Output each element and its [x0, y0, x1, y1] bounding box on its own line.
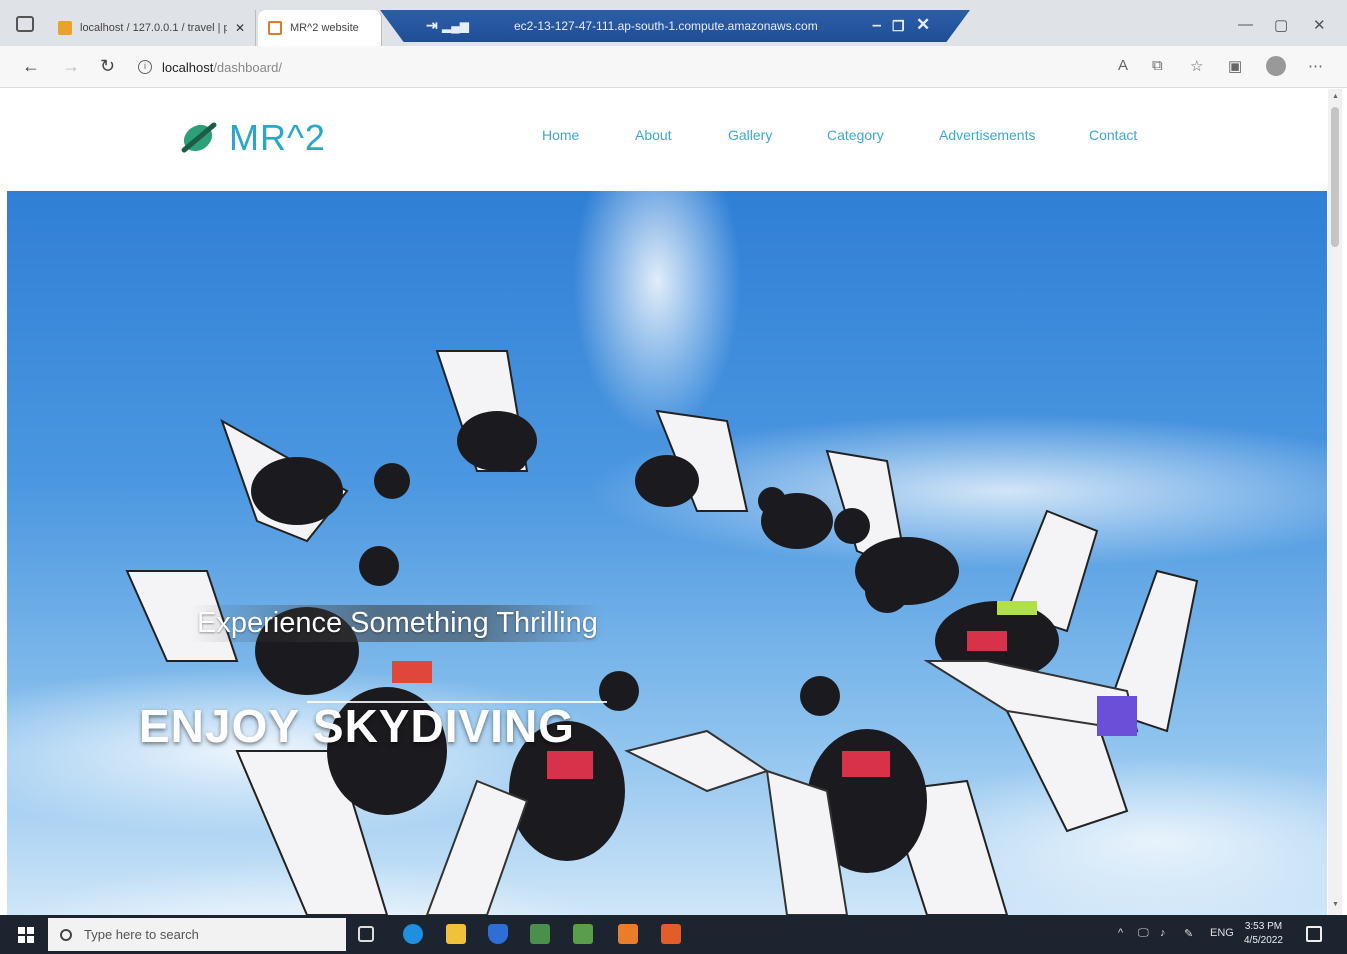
- url-field[interactable]: i localhost/dashboard/: [138, 54, 1098, 80]
- tab-title: localhost / 127.0.0.1 / travel | ph: [80, 22, 227, 34]
- task-view-icon[interactable]: [358, 926, 374, 942]
- signal-icon: ▂▄▆: [442, 19, 469, 33]
- hero-subtitle: Experience Something Thrilling: [191, 605, 604, 642]
- windows-taskbar: Type here to search ^ 🖵 ♪ ✎ ENG 3:53 PM …: [0, 915, 1347, 954]
- browser-tab-strip: localhost / 127.0.0.1 / travel | ph ✕ MR…: [0, 0, 1347, 46]
- close-icon[interactable]: ✕: [235, 21, 245, 35]
- xampp-icon[interactable]: [618, 924, 638, 944]
- phpmyadmin-icon: [58, 21, 72, 35]
- minimize-icon[interactable]: –: [872, 15, 881, 35]
- nav-gallery[interactable]: Gallery: [728, 127, 772, 143]
- website-viewport: MR^2 Home About Gallery Category Adverti…: [7, 89, 1327, 915]
- windows-start-icon[interactable]: [18, 927, 34, 943]
- url-host: localhost: [162, 59, 214, 75]
- pin-icon[interactable]: ⇥: [426, 17, 438, 34]
- address-bar: ← → ↻ i localhost/dashboard/ A ⧉ ☆ ▣ ⋯: [0, 46, 1347, 88]
- skydivers-illustration: [125, 350, 1199, 915]
- close-icon[interactable]: ✕: [1313, 16, 1326, 34]
- volume-icon[interactable]: ♪: [1160, 927, 1166, 939]
- remote-desktop-bar: ⇥ ▂▄▆ ec2-13-127-47-111.ap-south-1.compu…: [380, 10, 970, 42]
- minimize-icon[interactable]: —: [1238, 16, 1253, 33]
- edge-icon[interactable]: [403, 924, 423, 944]
- restore-icon[interactable]: ▢: [1274, 16, 1288, 34]
- clock-time: 3:53 PM: [1244, 921, 1283, 932]
- restore-icon[interactable]: ❐: [892, 18, 905, 35]
- url-path: /dashboard/: [213, 59, 282, 75]
- back-icon[interactable]: ←: [22, 56, 40, 77]
- notification-icon[interactable]: [1306, 926, 1322, 942]
- language-indicator[interactable]: ENG: [1210, 927, 1234, 939]
- read-aloud-icon[interactable]: A: [1118, 57, 1128, 74]
- extension-icon[interactable]: ⧉: [1152, 57, 1163, 74]
- tab-actions-icon[interactable]: [16, 16, 34, 32]
- pen-icon[interactable]: ✎: [1184, 927, 1193, 940]
- forward-icon[interactable]: →: [62, 56, 80, 77]
- nav-about[interactable]: About: [635, 127, 672, 143]
- more-icon[interactable]: ⋯: [1308, 57, 1323, 75]
- taskbar-search[interactable]: Type here to search: [48, 918, 346, 951]
- site-header: MR^2 Home About Gallery Category Adverti…: [7, 89, 1327, 191]
- remote-host: ec2-13-127-47-111.ap-south-1.compute.ama…: [514, 19, 818, 33]
- xampp-icon: [268, 21, 282, 35]
- network-icon[interactable]: 🖵: [1138, 927, 1149, 940]
- scrollbar-thumb[interactable]: [1331, 107, 1339, 247]
- page-scrollbar[interactable]: ▲ ▼: [1328, 89, 1342, 915]
- profile-avatar[interactable]: [1266, 56, 1286, 76]
- refresh-icon[interactable]: ↻: [100, 56, 115, 77]
- clock-date: 4/5/2022: [1244, 935, 1283, 946]
- nav-home[interactable]: Home: [542, 127, 579, 143]
- collections-icon[interactable]: ▣: [1228, 57, 1242, 75]
- nav-advertisements[interactable]: Advertisements: [939, 127, 1035, 143]
- favorites-icon[interactable]: ☆: [1190, 57, 1203, 75]
- scroll-down-icon[interactable]: ▼: [1332, 901, 1339, 908]
- xampp-icon[interactable]: [661, 924, 681, 944]
- tab-title: MR^2 website: [290, 22, 359, 34]
- scroll-up-icon[interactable]: ▲: [1332, 93, 1339, 100]
- nav-category[interactable]: Category: [827, 127, 884, 143]
- main-nav: Home About Gallery Category Advertisemen…: [7, 127, 1327, 147]
- app-icon[interactable]: [530, 924, 550, 944]
- tab-phpmyadmin[interactable]: localhost / 127.0.0.1 / travel | ph ✕: [48, 10, 256, 46]
- tab-mr2-website[interactable]: MR^2 website: [258, 10, 382, 46]
- taskbar-clock[interactable]: 3:53 PM 4/5/2022: [1244, 920, 1283, 948]
- info-icon[interactable]: i: [138, 60, 152, 74]
- close-icon[interactable]: ✕: [916, 15, 930, 35]
- chevron-up-icon[interactable]: ^: [1118, 927, 1123, 939]
- hero-title: ENJOY SKYDIVING: [139, 700, 575, 752]
- hero-banner: Experience Something Thrilling ENJOY SKY…: [7, 191, 1327, 915]
- security-shield-icon[interactable]: [488, 924, 508, 944]
- file-explorer-icon[interactable]: [446, 924, 466, 944]
- search-icon: [60, 928, 72, 941]
- search-placeholder: Type here to search: [84, 927, 199, 942]
- nav-contact[interactable]: Contact: [1089, 127, 1137, 143]
- app-icon[interactable]: [573, 924, 593, 944]
